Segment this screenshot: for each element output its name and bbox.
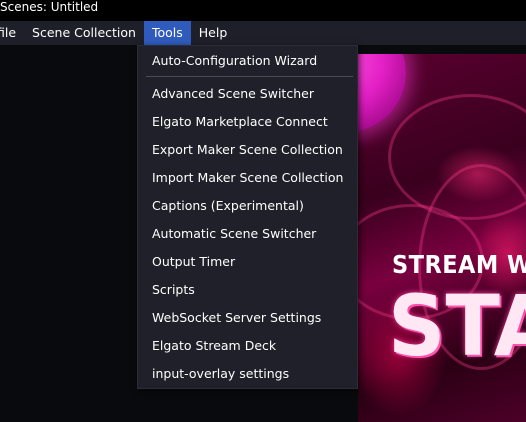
menu-item-output-timer[interactable]: Output Timer [152,251,235,273]
menu-item-auto-configuration-wizard[interactable]: Auto-Configuration Wizard [152,50,317,72]
menu-item-captions-experimental[interactable]: Captions (Experimental) [152,195,304,217]
menu-item-scripts[interactable]: Scripts [152,279,195,301]
glowing-orb [358,54,406,132]
obs-window: Scenes: Untitled file Scene Collection T… [0,0,526,422]
menu-item-elgato-stream-deck[interactable]: Elgato Stream Deck [152,335,276,357]
preview-big-text: STA [388,277,526,375]
menu-item-export-maker-scene-collection[interactable]: Export Maker Scene Collection [152,139,343,161]
menu-item-automatic-scene-switcher[interactable]: Automatic Scene Switcher [152,223,316,245]
preview-headline: STREAM W [392,250,526,279]
preview-canvas[interactable]: STREAM W STA [358,54,526,422]
menu-tools[interactable]: Tools [143,21,191,45]
tools-dropdown-menu: Auto-Configuration Wizard Advanced Scene… [137,45,358,389]
menu-item-input-overlay-settings[interactable]: input-overlay settings [152,363,289,385]
window-title-bar: Scenes: Untitled [0,0,526,21]
menu-scene-collection[interactable]: Scene Collection [24,21,144,45]
menu-item-import-maker-scene-collection[interactable]: Import Maker Scene Collection [152,167,343,189]
menu-help[interactable]: Help [191,21,236,45]
window-title: Scenes: Untitled [0,0,99,14]
menu-bar: file Scene Collection Tools Help [0,21,526,45]
menu-separator [146,76,353,77]
menu-item-websocket-server-settings[interactable]: WebSocket Server Settings [152,307,321,329]
menu-file[interactable]: file [0,21,24,45]
menu-item-advanced-scene-switcher[interactable]: Advanced Scene Switcher [152,83,314,105]
menu-item-elgato-marketplace-connect[interactable]: Elgato Marketplace Connect [152,111,328,133]
